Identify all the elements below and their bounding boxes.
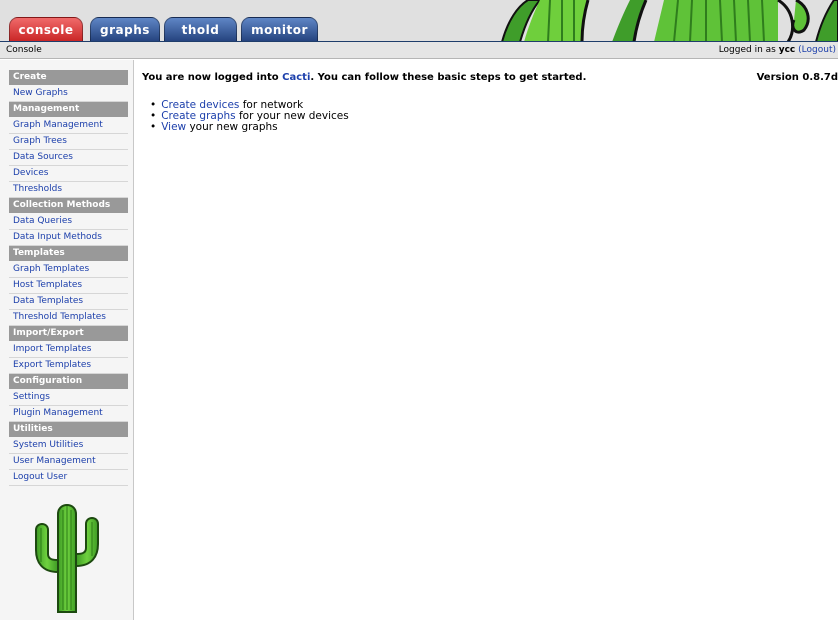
list-item: View your new graphs — [150, 122, 349, 133]
view-graphs-link[interactable]: View — [161, 121, 186, 133]
login-user: ycc — [778, 45, 796, 55]
cactus-banner-icon — [478, 0, 838, 41]
menu-item-graph-templates[interactable]: Graph Templates — [9, 262, 128, 278]
welcome-prefix: You are now logged into — [142, 72, 279, 83]
tab-graphs[interactable]: graphs — [90, 17, 160, 41]
menu-header-configuration: Configuration — [9, 374, 128, 390]
sidebar: Create New Graphs Management Graph Manag… — [0, 60, 134, 620]
menu-item-data-templates[interactable]: Data Templates — [9, 294, 128, 310]
getting-started-list: Create devices for network Create graphs… — [150, 100, 349, 133]
menu-item-data-queries[interactable]: Data Queries — [9, 214, 128, 230]
menu-item-data-input-methods[interactable]: Data Input Methods — [9, 230, 128, 246]
version-label: Version 0.8.7d — [756, 72, 838, 83]
breadcrumb-bar: Console Logged in as ycc (Logout) — [0, 42, 838, 59]
menu-header-collection-methods: Collection Methods — [9, 198, 128, 214]
menu-item-export-templates[interactable]: Export Templates — [9, 358, 128, 374]
top-tab-bar: console graphs thold monitor — [0, 0, 838, 42]
menu-item-graph-trees[interactable]: Graph Trees — [9, 134, 128, 150]
menu-header-create: Create — [9, 70, 128, 86]
breadcrumb: Console — [6, 45, 42, 55]
cactus-logo-icon — [35, 504, 99, 613]
menu-item-system-utilities[interactable]: System Utilities — [9, 438, 128, 454]
menu-header-utilities: Utilities — [9, 422, 128, 438]
menu-item-import-templates[interactable]: Import Templates — [9, 342, 128, 358]
login-prefix: Logged in as — [718, 45, 776, 55]
menu-item-host-templates[interactable]: Host Templates — [9, 278, 128, 294]
menu-item-graph-management[interactable]: Graph Management — [9, 118, 128, 134]
menu-header-import-export: Import/Export — [9, 326, 128, 342]
tab-thold[interactable]: thold — [164, 17, 237, 41]
menu-header-management: Management — [9, 102, 128, 118]
logout-link[interactable]: (Logout) — [798, 45, 836, 55]
login-status: Logged in as ycc (Logout) — [719, 42, 836, 58]
menu-item-user-management[interactable]: User Management — [9, 454, 128, 470]
menu-item-settings[interactable]: Settings — [9, 390, 128, 406]
sidebar-menu: Create New Graphs Management Graph Manag… — [9, 70, 128, 486]
welcome-message: You are now logged into Cacti. You can f… — [142, 72, 586, 83]
menu-item-threshold-templates[interactable]: Threshold Templates — [9, 310, 128, 326]
menu-item-data-sources[interactable]: Data Sources — [9, 150, 128, 166]
step-text: your new graphs — [186, 121, 278, 133]
menu-item-thresholds[interactable]: Thresholds — [9, 182, 128, 198]
tab-monitor[interactable]: monitor — [241, 17, 318, 41]
menu-item-devices[interactable]: Devices — [9, 166, 128, 182]
menu-item-new-graphs[interactable]: New Graphs — [9, 86, 128, 102]
welcome-suffix: . You can follow these basic steps to ge… — [310, 72, 587, 83]
cacti-link[interactable]: Cacti — [282, 72, 310, 83]
menu-item-logout-user[interactable]: Logout User — [9, 470, 128, 486]
menu-header-templates: Templates — [9, 246, 128, 262]
menu-item-plugin-management[interactable]: Plugin Management — [9, 406, 128, 422]
tab-console[interactable]: console — [9, 17, 83, 41]
